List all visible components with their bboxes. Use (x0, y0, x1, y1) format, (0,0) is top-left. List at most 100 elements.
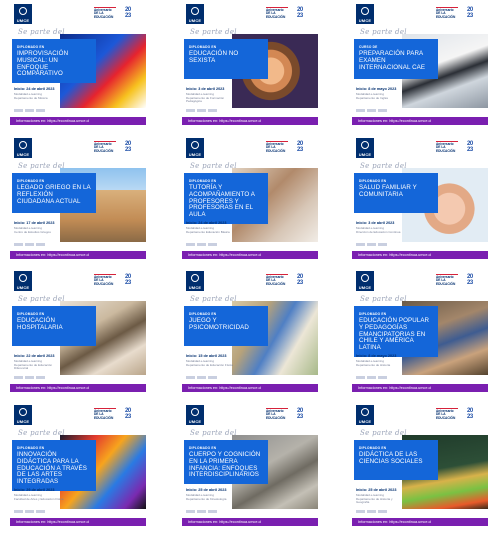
partner-logos (186, 243, 217, 246)
info-link-bar[interactable]: Informaciones en: https://econtinua.umce… (182, 384, 318, 392)
info-link-bar[interactable]: Informaciones en: https://econtinua.umce… (352, 518, 488, 526)
course-title: EDUCACIÓN HOSPITALARIA (17, 317, 63, 331)
course-details: Inicio: 29 de abril 2023 Modalidad e-lea… (14, 488, 64, 501)
anniversary-badge: Aniversario DE LA EDUCACIÓN 20 23 (266, 273, 314, 287)
info-link-bar[interactable]: Informaciones en: https://econtinua.umce… (352, 251, 488, 259)
info-link-bar[interactable]: Informaciones en: https://econtinua.umce… (10, 384, 146, 392)
course-poster-3[interactable]: UMCE Aniversario DE LA EDUCACIÓN 20 23 S… (346, 1, 488, 127)
info-link-bar[interactable]: Informaciones en: https://econtinua.umce… (10, 251, 146, 259)
logo-text: UMCE (188, 152, 202, 157)
partner-logos (356, 109, 387, 112)
anniversary-badge: Aniversario DE LA EDUCACIÓN 20 23 (266, 6, 314, 20)
badge-line-3: EDUCACIÓN (436, 281, 456, 286)
course-kicker: DIPLOMADO EN (17, 45, 45, 49)
badge-year: 20 23 (125, 7, 131, 19)
umce-logo: UMCE (356, 405, 374, 425)
start-date: Inicio: 8 de mayo 2023 (356, 87, 397, 91)
info-link-bar[interactable]: Informaciones en: https://econtinua.umce… (10, 518, 146, 526)
badge-year: 20 23 (467, 274, 473, 286)
badge-line-3: EDUCACIÓN (94, 415, 114, 420)
badge-line-3: EDUCACIÓN (94, 148, 114, 153)
course-poster-8[interactable]: UMCE Aniversario DE LA EDUCACIÓN 20 23 S… (176, 268, 318, 394)
course-poster-12[interactable]: UMCE Aniversario DE LA EDUCACIÓN 20 23 S… (346, 402, 488, 528)
course-title-box: DIPLOMADO EN INNOVACIÓN DIDÁCTICA PARA L… (12, 440, 96, 491)
info-link-bar[interactable]: Informaciones en: https://econtinua.umce… (352, 384, 488, 392)
seal-icon (191, 141, 199, 149)
info-link-bar[interactable]: Informaciones en: https://econtinua.umce… (352, 117, 488, 125)
department: Departamento Educación Básica (186, 229, 230, 234)
info-link-bar[interactable]: Informaciones en: https://econtinua.umce… (10, 117, 146, 125)
course-title-box: DIPLOMADO EN CUERPO Y COGNICIÓN EN LA PR… (184, 440, 268, 485)
partner-logos (14, 510, 45, 513)
umce-logo: UMCE (14, 138, 32, 158)
umce-logo: UMCE (186, 271, 204, 291)
signature-slogan: Se parte del (360, 162, 407, 170)
umce-logo: UMCE (356, 271, 374, 291)
badge-line-3: EDUCACIÓN (266, 148, 286, 153)
seal-icon (19, 141, 27, 149)
signature-slogan: Se parte del (18, 28, 65, 36)
course-title: PREPARACIÓN PARA EXAMEN INTERNACIONAL CA… (359, 50, 426, 71)
course-poster-4[interactable]: UMCE Aniversario DE LA EDUCACIÓN 20 23 S… (4, 135, 146, 261)
logo-text: UMCE (188, 18, 202, 23)
umce-logo: UMCE (14, 4, 32, 24)
umce-logo: UMCE (186, 405, 204, 425)
course-title-box: DIPLOMADO EN EDUCACIÓN POPULAR Y PEDAGOG… (354, 306, 438, 357)
signature-slogan: Se parte del (190, 429, 237, 437)
anniversary-badge: Aniversario DE LA EDUCACIÓN 20 23 (436, 407, 484, 421)
badge-line-3: EDUCACIÓN (436, 148, 456, 153)
course-title-box: DIPLOMADO EN EDUCACIÓN HOSPITALARIA (12, 306, 96, 346)
start-date: Inicio: 3 de abril 2023 (186, 87, 225, 91)
course-poster-2[interactable]: UMCE Aniversario DE LA EDUCACIÓN 20 23 S… (176, 1, 318, 127)
course-details: Inicio: 25 de abril 2023 Modalidad e-lea… (356, 488, 406, 505)
course-title: JUEGO Y PSICOMOTRICIDAD (189, 317, 249, 331)
badge-line-3: EDUCACIÓN (94, 281, 114, 286)
info-link-bar[interactable]: Informaciones en: https://econtinua.umce… (182, 117, 318, 125)
umce-logo: UMCE (356, 4, 374, 24)
course-kicker: DIPLOMADO EN (359, 179, 387, 183)
department: Departamento de Inglés (356, 95, 389, 100)
course-details: Inicio: 24 de abril 2023 Modalidad e-lea… (186, 221, 236, 234)
course-poster-7[interactable]: UMCE Aniversario DE LA EDUCACIÓN 20 23 S… (4, 268, 146, 394)
course-poster-6[interactable]: UMCE Aniversario DE LA EDUCACIÓN 20 23 S… (346, 135, 488, 261)
course-poster-9[interactable]: UMCE Aniversario DE LA EDUCACIÓN 20 23 S… (346, 268, 488, 394)
partner-logos (356, 510, 387, 513)
course-poster-1[interactable]: UMCE Aniversario DE LA EDUCACIÓN 20 23 S… (4, 1, 146, 127)
logo-text: UMCE (16, 152, 30, 157)
info-link-bar[interactable]: Informaciones en: https://econtinua.umce… (182, 251, 318, 259)
course-kicker: DIPLOMADO EN (17, 179, 45, 183)
logo-text: UMCE (358, 152, 372, 157)
course-title: LEGADO GRIEGO EN LA REFLEXIÓN CIUDADANA … (17, 184, 91, 205)
course-title-box: DIPLOMADO EN JUEGO Y PSICOMOTRICIDAD (184, 306, 268, 346)
seal-icon (361, 408, 369, 416)
signature-slogan: Se parte del (190, 295, 237, 303)
info-link-bar[interactable]: Informaciones en: https://econtinua.umce… (182, 518, 318, 526)
partner-logos (14, 376, 45, 379)
seal-icon (361, 141, 369, 149)
department: Facultad de Artes y Educación Física (14, 496, 64, 501)
anniversary-badge: Aniversario DE LA EDUCACIÓN 20 23 (94, 140, 142, 154)
seal-icon (191, 7, 199, 15)
course-poster-5[interactable]: UMCE Aniversario DE LA EDUCACIÓN 20 23 S… (176, 135, 318, 261)
badge-year: 20 23 (467, 141, 473, 153)
seal-icon (361, 7, 369, 15)
partner-logos (356, 376, 387, 379)
start-date: Inicio: 15 de abril 2023 (186, 354, 227, 358)
signature-slogan: Se parte del (360, 429, 407, 437)
signature-slogan: Se parte del (190, 162, 237, 170)
start-date: Inicio: 24 de abril 2023 (14, 87, 55, 91)
signature-slogan: Se parte del (18, 429, 65, 437)
course-details: Inicio: 15 de abril 2023 Modalidad e-lea… (186, 354, 236, 367)
course-title: SALUD FAMILIAR Y COMUNITARIA (359, 184, 417, 198)
department: Departamento de Historia y Geografía (356, 496, 393, 505)
course-details: Inicio: 17 de abril 2023 Modalidad e-lea… (14, 221, 64, 234)
course-kicker: DIPLOMADO EN (189, 446, 217, 450)
seal-icon (191, 408, 199, 416)
start-date: Inicio: 3 de abril 2023 (356, 221, 395, 225)
course-kicker: DIPLOMADO EN (17, 446, 45, 450)
course-poster-10[interactable]: UMCE Aniversario DE LA EDUCACIÓN 20 23 S… (4, 402, 146, 528)
anniversary-badge: Aniversario DE LA EDUCACIÓN 20 23 (94, 407, 142, 421)
course-title: EDUCACIÓN NO SEXISTA (189, 50, 239, 64)
course-kicker: CURSO DE (359, 45, 378, 49)
course-poster-11[interactable]: UMCE Aniversario DE LA EDUCACIÓN 20 23 S… (176, 402, 318, 528)
